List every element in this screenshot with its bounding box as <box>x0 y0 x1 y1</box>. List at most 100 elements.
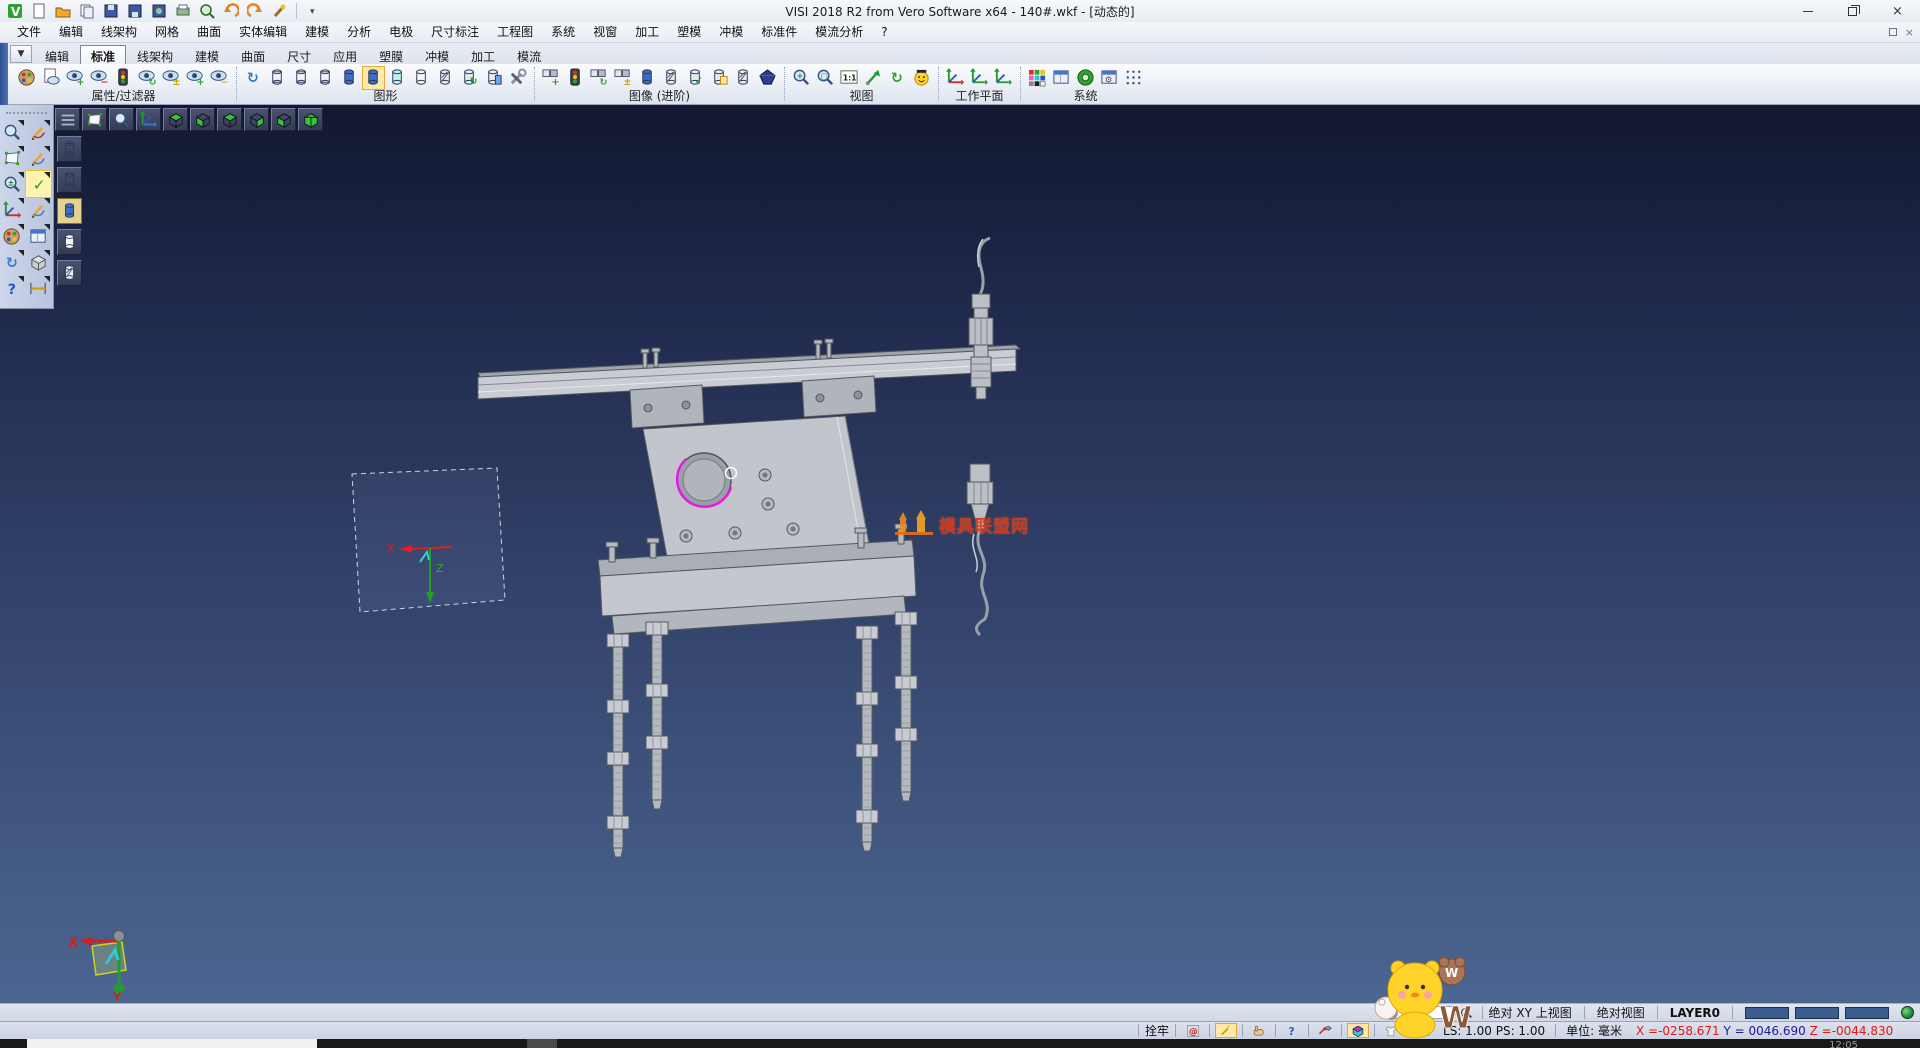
adv-cylinder-blue-icon[interactable] <box>636 66 659 90</box>
shade-copy-icon[interactable] <box>482 66 505 90</box>
transparent-view-icon[interactable] <box>386 66 409 90</box>
menu-14[interactable]: 加工 <box>626 23 668 42</box>
adv-gem-icon[interactable] <box>756 66 779 90</box>
color-swatch-1[interactable] <box>1745 1007 1789 1019</box>
display-wireframe-icon[interactable] <box>57 136 82 162</box>
save-as-icon[interactable] <box>124 2 146 20</box>
open-folder-icon[interactable] <box>52 2 74 20</box>
taskbar-search-fragment[interactable] <box>27 1039 317 1048</box>
menu-11[interactable]: 工程图 <box>488 23 542 42</box>
tab-模流[interactable]: 模流 <box>506 45 552 64</box>
view-bottom-icon[interactable] <box>190 108 215 131</box>
system-options-icon[interactable]: ⚙ <box>1098 66 1121 90</box>
adv-show-icon[interactable]: + <box>540 66 563 90</box>
adv-cylinder-note-icon[interactable] <box>708 66 731 90</box>
erase-edit-icon[interactable] <box>26 119 51 145</box>
selection-plane[interactable] <box>352 468 505 612</box>
child-close-icon[interactable]: × <box>1905 26 1914 39</box>
menu-5[interactable]: 曲面 <box>188 23 230 42</box>
menu-16[interactable]: 冲模 <box>710 23 752 42</box>
absolute-view-label[interactable]: 绝对视图 <box>1597 1004 1645 1021</box>
dynamic-cube-icon[interactable] <box>1347 1023 1369 1038</box>
adv-cylinder-check-icon[interactable]: ✓ <box>684 66 707 90</box>
fit-plane-icon[interactable] <box>82 108 107 131</box>
menu-2[interactable]: 编辑 <box>50 23 92 42</box>
child-restore-icon[interactable] <box>1889 28 1897 36</box>
units-label[interactable]: 单位: 毫米 <box>1566 1022 1622 1039</box>
shade-refresh-icon[interactable]: ↻ <box>458 66 481 90</box>
menu-12[interactable]: 系统 <box>542 23 584 42</box>
workplane-main-icon[interactable] <box>944 66 967 90</box>
display-shaded-icon[interactable] <box>57 198 82 224</box>
model-assembly[interactable] <box>478 238 1020 857</box>
system-settings-knob-icon[interactable] <box>1074 66 1097 90</box>
adv-toggle-icon[interactable]: ± <box>612 66 635 90</box>
tab-尺寸[interactable]: 尺寸 <box>276 45 322 64</box>
restore-button[interactable] <box>1830 0 1875 22</box>
display-flat-icon[interactable] <box>57 229 82 255</box>
menu-15[interactable]: 塑模 <box>668 23 710 42</box>
menu-18[interactable]: 模流分析 <box>806 23 872 42</box>
adv-refresh-icon[interactable]: ↻ <box>588 66 611 90</box>
view-left-icon[interactable] <box>271 108 296 131</box>
view-mode-label[interactable]: 绝对 XY 上视图 <box>1489 1004 1572 1021</box>
stamp-icon[interactable] <box>268 2 290 20</box>
attributes-palette-icon[interactable] <box>16 66 39 90</box>
view-refresh-icon[interactable]: ↻ <box>886 66 909 90</box>
magic-wand-icon[interactable]: * <box>1215 1023 1237 1038</box>
view-assistant-icon[interactable] <box>910 66 933 90</box>
grid-plane-icon[interactable] <box>26 223 51 249</box>
show-all-icon[interactable]: + <box>184 66 207 90</box>
profile-icon[interactable] <box>1380 1023 1402 1038</box>
grid-toggle-icon[interactable] <box>1413 1023 1435 1038</box>
tab-线架构[interactable]: 线架构 <box>126 45 184 64</box>
spline-edit-icon[interactable] <box>26 145 51 171</box>
menu-8[interactable]: 分析 <box>338 23 380 42</box>
model-canvas[interactable]: X Z <box>0 105 1920 1003</box>
print-icon[interactable] <box>172 2 194 20</box>
zoom-in-icon[interactable]: + <box>790 66 813 90</box>
zoom-window-icon[interactable]: ▢ <box>814 66 837 90</box>
adv-cylinder-hatch2-icon[interactable] <box>732 66 755 90</box>
view-menu-icon[interactable] <box>55 108 80 131</box>
view-right-icon[interactable] <box>244 108 269 131</box>
color-swatch-2[interactable] <box>1795 1007 1839 1019</box>
layer-palette-icon[interactable] <box>0 223 25 249</box>
flat-view-icon[interactable] <box>410 66 433 90</box>
close-button[interactable]: × <box>1875 0 1920 22</box>
wireframe-view2-icon[interactable] <box>290 66 313 90</box>
ucs-axis-icon[interactable] <box>0 197 25 223</box>
minimize-button[interactable] <box>1785 0 1830 22</box>
zoom-extents-arrow-icon[interactable] <box>862 66 885 90</box>
shaded-view-icon[interactable] <box>362 66 385 90</box>
menu-7[interactable]: 建模 <box>296 23 338 42</box>
menu-1[interactable]: 文件 <box>8 23 50 42</box>
fit-view-icon[interactable] <box>0 145 25 171</box>
visibility-refresh-icon[interactable]: ↻ <box>136 66 159 90</box>
color-swatch-3[interactable] <box>1845 1007 1889 1019</box>
view-top-icon[interactable] <box>163 108 188 131</box>
menu-6[interactable]: 实体编辑 <box>230 23 296 42</box>
view-iso-icon[interactable] <box>298 108 323 131</box>
redo-icon[interactable] <box>244 2 266 20</box>
workplane-view-icon[interactable] <box>992 66 1015 90</box>
view-back-icon[interactable] <box>217 108 242 131</box>
search-icon[interactable] <box>1460 1007 1472 1019</box>
measure-distance-icon[interactable] <box>26 275 51 301</box>
menu-13[interactable]: 视窗 <box>584 23 626 42</box>
wireframe-view-icon[interactable] <box>266 66 289 90</box>
menu-9[interactable]: 电极 <box>380 23 422 42</box>
taskbar-app-fragment[interactable] <box>527 1039 557 1048</box>
toolbox-grip[interactable] <box>6 112 47 116</box>
system-colors-icon[interactable] <box>1026 66 1049 90</box>
search-input[interactable] <box>1390 1006 1456 1019</box>
tab-标准[interactable]: 标准 <box>80 45 126 64</box>
menu-3[interactable]: 线架构 <box>92 23 146 42</box>
snap-spiral-icon[interactable]: @ <box>1182 1023 1204 1038</box>
new-file-icon[interactable] <box>28 2 50 20</box>
menu-10[interactable]: 尺寸标注 <box>422 23 488 42</box>
hidden-line-view-icon[interactable] <box>314 66 337 90</box>
hand-input-icon[interactable] <box>1248 1023 1270 1038</box>
adv-traffic-icon[interactable] <box>564 66 587 90</box>
point-snap-icon[interactable] <box>1314 1023 1336 1038</box>
